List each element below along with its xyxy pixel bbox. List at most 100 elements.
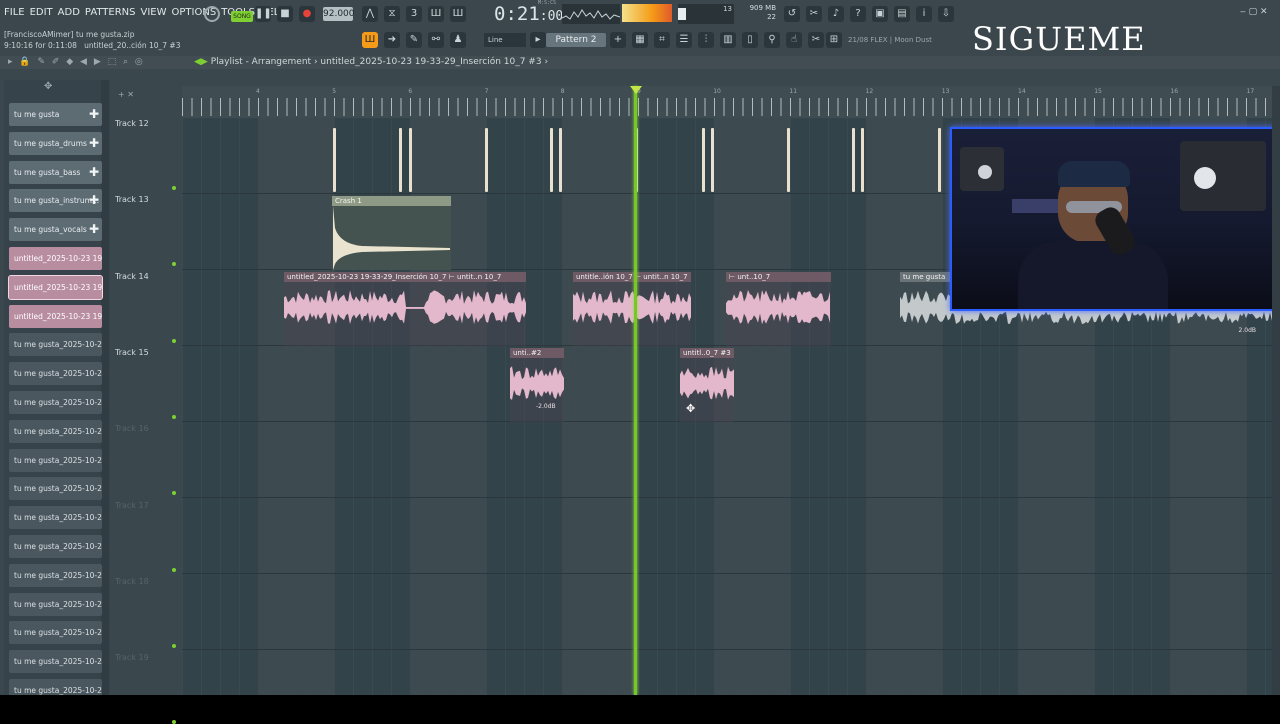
help-icon[interactable]: ? [850,6,866,22]
plugin-icon[interactable]: ▤ [894,6,910,22]
track-name[interactable]: Track 17 [115,501,149,510]
channel-label: untitled_2025-10-23 19-... [14,311,102,321]
menu-edit[interactable]: EDIT [30,7,53,18]
channel-item[interactable]: tu me gusta_vocals ✚ [9,218,102,242]
track-name[interactable]: Track 18 [115,577,149,586]
playlist-view-icon[interactable]: Ш [362,32,378,48]
track-enable-dot[interactable] [172,720,176,724]
cut-icon[interactable]: ✂ [806,6,822,22]
channel-item[interactable]: tu me gusta_2025-10-23... [9,535,102,558]
channel-item[interactable]: tu me gusta_2025-10-23... [9,419,102,443]
wait-input-icon[interactable]: ⧖ [384,6,400,22]
countdown-icon[interactable]: 3 [406,6,422,22]
song-mode-button[interactable]: SONG [231,11,253,22]
channel-item[interactable]: tu me gusta_2025-10-23... [9,621,102,645]
shop-icon[interactable]: ⊞ [826,32,842,48]
link-icon[interactable]: ⚯ [428,32,444,48]
track-enable-dot[interactable] [172,643,176,648]
add-icon[interactable]: ✚ [89,189,99,212]
playlist-tools[interactable]: ▸ 🔒 ✎ ✐ ◆ ◀ ▶ ⬚ ⌕ ◎ [8,57,145,67]
tempo-display[interactable]: 92.000 [323,7,355,21]
channel-item[interactable]: tu me gusta_2025-10-23... [9,362,102,386]
channel-item[interactable]: untitled_2025-10-23 19-... [8,274,103,300]
bar-number: 7 [484,88,489,95]
channel-item[interactable]: tu me gusta_2025-10-23... [9,448,102,472]
vocal-clip-3[interactable]: ⊢ unt..10_7 [726,272,831,346]
draw-icon[interactable]: ✎ [406,32,422,48]
undo-icon[interactable]: ↺ [784,6,800,22]
stop-button[interactable]: ■ [277,6,293,22]
info-icon[interactable]: i [916,6,932,22]
track-name[interactable]: Track 16 [115,424,149,433]
snap-arrow-icon[interactable]: ➜ [384,32,400,48]
add-icon[interactable]: ✚ [89,132,99,155]
piano-roll-icon[interactable]: ⌗ [654,32,670,48]
channel-item[interactable]: tu me gusta_2025-10-23... [9,477,102,501]
channel-item[interactable]: tu me gusta_2025-10-23... [9,563,102,587]
add-icon[interactable]: ✚ [89,161,99,184]
menu-patterns[interactable]: PATTERNS [85,7,136,18]
record-button[interactable]: ● [299,6,315,22]
mode-dial[interactable] [204,6,220,22]
track-name[interactable]: Track 12 [115,119,149,128]
track-name[interactable]: Track 14 [115,272,149,281]
browser-icon[interactable]: ☰ [676,32,692,48]
vertical-scrollbar[interactable] [1272,86,1280,695]
menu-add[interactable]: ADD [58,7,80,18]
channel-item[interactable]: tu me gusta_2025-10-23... [9,391,102,414]
channel-item[interactable]: tu me gusta_drums ✚ [9,131,102,155]
touch-icon[interactable]: ☝ [786,32,802,48]
mic-icon[interactable]: ♪ [828,6,844,22]
window-controls[interactable]: ‒ ▢ ✕ [1240,7,1268,17]
channel-label: untitled_2025-10-23 19-... [14,282,102,292]
mixer-icon[interactable]: ⫶ [698,32,714,48]
overlay-text: SIGUEME [972,20,1146,58]
vocal-clip-1[interactable]: untitled_2025-10-23 19-33-29_Inserción 1… [284,272,526,346]
track-enable-dot[interactable] [172,567,176,572]
channel-item[interactable]: tu me gusta ✚ [9,103,102,126]
track-enable-dot[interactable] [172,186,176,190]
menu-view[interactable]: VIEW [141,7,167,18]
add-icon[interactable]: ✚ [89,218,99,241]
loop-record-icon[interactable]: Ш [450,6,466,22]
track-enable-dot[interactable] [172,338,176,343]
playhead[interactable] [634,86,637,695]
track-name[interactable]: Track 19 [115,653,149,662]
add-icon[interactable]: ✚ [89,103,99,126]
channel-item[interactable]: untitled_2025-10-23 19-... [9,304,102,328]
pattern-prev-icon[interactable]: ▸ [530,32,546,48]
channel-item[interactable]: tu me gusta_2025-10-23... [9,592,102,616]
snap-selector[interactable]: Line [484,33,526,47]
notes-icon[interactable]: ▯ [742,32,758,48]
stamp-icon[interactable]: ♟ [450,32,466,48]
picker-scrollbar[interactable] [101,80,109,695]
pause-button[interactable]: ❚❚ [255,6,272,22]
tools-icon[interactable]: ✂ [808,32,824,48]
track-name[interactable]: Track 13 [115,195,149,204]
oscilloscope [561,4,621,24]
channel-item[interactable]: tu me gusta_2025-10-23... [9,650,102,674]
pattern-selector[interactable]: Pattern 2 [546,33,606,47]
playlist-icon[interactable]: ▥ [720,32,736,48]
track-enable-dot[interactable] [172,414,176,419]
channel-item[interactable]: tu me gusta_bass ✚ [9,160,102,184]
pattern-add-icon[interactable]: + [610,32,626,48]
plugin-picker-icon[interactable]: ⚲ [764,32,780,48]
playlist-header [0,56,1280,69]
vocal-clip-2[interactable]: untitle..ión 10_7 ⊢ untit..n 10_7 [573,272,691,346]
step-edit-icon[interactable]: Ш [428,6,444,22]
channel-rack-icon[interactable]: ▦ [632,32,648,48]
channel-item[interactable]: tu me gusta_2025-10-23... [9,506,102,530]
save-icon[interactable]: ▣ [872,6,888,22]
vocal-clip-4[interactable]: unti..#2 -2.0dB [510,348,564,422]
metronome-icon[interactable]: ⋀ [362,6,378,22]
track-name[interactable]: Track 15 [115,348,149,357]
menu-file[interactable]: FILE [4,7,25,18]
crash-clip[interactable]: Crash 1 [332,196,451,270]
channel-item[interactable]: untitled_2025-10-23 19-... [9,247,102,270]
playhead-marker[interactable] [630,86,642,94]
channel-item[interactable]: tu me gusta_2025-10-23... [9,333,102,357]
channel-item[interactable]: tu me gusta_instrum... ✚ [9,189,102,213]
drum-hit [852,128,855,192]
download-icon[interactable]: ⇩ [938,6,954,22]
